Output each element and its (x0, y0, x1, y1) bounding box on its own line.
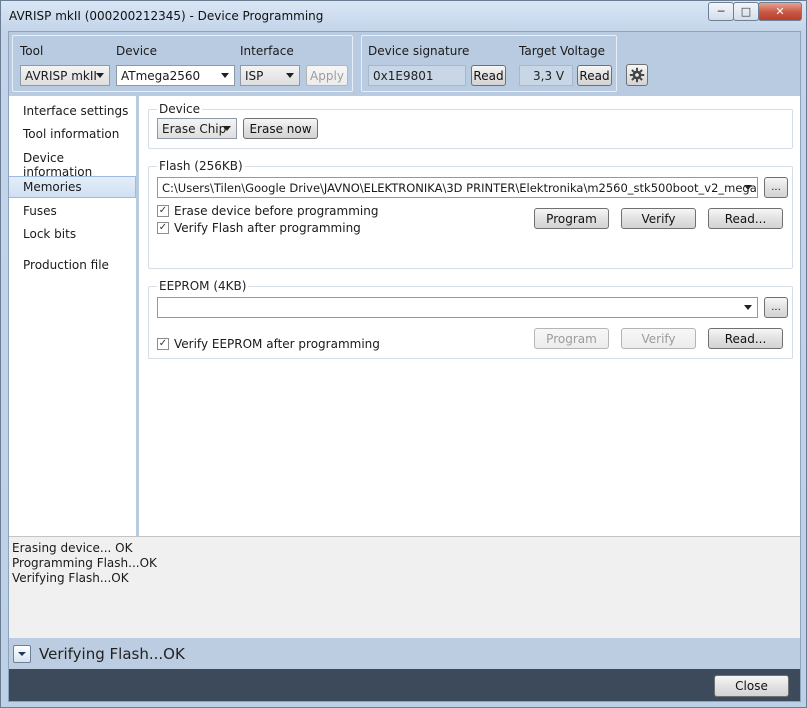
minimize-button[interactable]: ─ (708, 2, 734, 21)
window-title: AVRISP mkII (000200212345) - Device Prog… (9, 9, 324, 23)
interface-label: Interface (240, 44, 294, 58)
close-window-button[interactable]: ✕ (758, 2, 802, 21)
verify-eeprom-checkbox[interactable]: ✓ (157, 338, 169, 350)
gear-icon (629, 67, 645, 83)
tool-value: AVRISP mkII (25, 68, 97, 83)
flash-browse-button[interactable]: ... (764, 177, 788, 198)
memories-panel: Device Erase Chip Erase now Flash (256KB… (142, 96, 800, 536)
sidebar-item-fuses[interactable]: Fuses (9, 200, 136, 222)
chevron-down-icon (96, 73, 104, 78)
status-text: Verifying Flash...OK (39, 644, 185, 663)
chevron-down-icon (221, 73, 229, 78)
device-section: Device Erase Chip Erase now (148, 102, 793, 149)
flash-file-input[interactable]: C:\Users\Tilen\Google Drive\JAVNO\ELEKTR… (157, 177, 758, 198)
erase-before-programming-row[interactable]: ✓ Erase device before programming (157, 204, 378, 218)
device-section-label: Device (157, 102, 203, 116)
tool-select[interactable]: AVRISP mkII (20, 65, 110, 86)
log-line: Programming Flash...OK (12, 556, 157, 570)
sidebar-item-tool-information[interactable]: Tool information (9, 123, 136, 145)
verify-flash-checkbox[interactable]: ✓ (157, 222, 169, 234)
close-icon: ✕ (775, 5, 785, 18)
erase-now-button[interactable]: Erase now (243, 118, 318, 139)
device-programming-window: AVRISP mkII (000200212345) - Device Prog… (0, 0, 807, 708)
chevron-down-icon (744, 305, 752, 310)
tool-device-interface-group: Tool Device Interface AVRISP mkII ATmega… (12, 35, 353, 92)
sidebar: Interface settings Tool information Devi… (9, 96, 139, 536)
erase-mode-select[interactable]: Erase Chip (157, 118, 237, 139)
read-voltage-button[interactable]: Read (577, 65, 612, 86)
eeprom-section-label: EEPROM (4KB) (157, 279, 249, 293)
chevron-down-icon (744, 185, 752, 190)
flash-file-path: C:\Users\Tilen\Google Drive\JAVNO\ELEKTR… (162, 180, 758, 195)
eeprom-section: EEPROM (4KB) ... ✓ Verify EEPROM after p… (148, 279, 793, 359)
signature-voltage-group: Device signature Target Voltage 0x1E9801… (361, 35, 617, 92)
sidebar-item-production-file[interactable]: Production file (9, 254, 136, 276)
sidebar-item-memories[interactable]: Memories (9, 176, 136, 198)
output-log[interactable]: Erasing device... OK Programming Flash..… (9, 536, 800, 638)
eeprom-read-button[interactable]: Read... (708, 328, 783, 349)
sidebar-item-lock-bits[interactable]: Lock bits (9, 223, 136, 245)
chevron-down-icon (18, 651, 26, 656)
device-signature-label: Device signature (368, 44, 470, 58)
target-voltage-label: Target Voltage (519, 44, 605, 58)
flash-verify-button[interactable]: Verify (621, 208, 696, 229)
apply-button[interactable]: Apply (306, 65, 348, 86)
eeprom-browse-button[interactable]: ... (764, 297, 788, 318)
interface-value: ISP (245, 68, 264, 83)
expand-log-button[interactable] (13, 644, 31, 663)
log-line: Verifying Flash...OK (12, 571, 129, 585)
flash-section-label: Flash (256KB) (157, 159, 245, 173)
eeprom-verify-button[interactable]: Verify (621, 328, 696, 349)
flash-section: Flash (256KB) C:\Users\Tilen\Google Driv… (148, 159, 793, 269)
tool-label: Tool (20, 44, 44, 58)
toolbar: Tool Device Interface AVRISP mkII ATmega… (9, 32, 800, 96)
dialog-footer: Close (9, 669, 800, 701)
maximize-button[interactable]: □ (733, 2, 759, 21)
target-voltage-value: 3,3 V (519, 65, 573, 86)
title-bar[interactable]: AVRISP mkII (000200212345) - Device Prog… (1, 1, 806, 31)
eeprom-file-input[interactable] (157, 297, 758, 318)
chevron-down-icon (223, 126, 231, 131)
erase-mode-value: Erase Chip (162, 121, 227, 136)
verify-eeprom-label: Verify EEPROM after programming (174, 337, 380, 351)
settings-button[interactable] (626, 64, 648, 86)
device-select[interactable]: ATmega2560 (116, 65, 235, 86)
flash-read-button[interactable]: Read... (708, 208, 783, 229)
verify-flash-label: Verify Flash after programming (174, 221, 361, 235)
eeprom-program-button[interactable]: Program (534, 328, 609, 349)
erase-before-programming-label: Erase device before programming (174, 204, 379, 218)
device-signature-value: 0x1E9801 (368, 65, 466, 86)
interface-select[interactable]: ISP (240, 65, 300, 86)
chevron-down-icon (286, 73, 294, 78)
verify-eeprom-row[interactable]: ✓ Verify EEPROM after programming (157, 337, 380, 351)
status-bar: Verifying Flash...OK (9, 638, 800, 669)
client-area: Tool Device Interface AVRISP mkII ATmega… (8, 31, 801, 702)
read-signature-button[interactable]: Read (471, 65, 506, 86)
minimize-icon: ─ (717, 5, 725, 18)
sidebar-item-device-information[interactable]: Device information (9, 151, 136, 179)
verify-flash-row[interactable]: ✓ Verify Flash after programming (157, 221, 361, 235)
flash-program-button[interactable]: Program (534, 208, 609, 229)
sidebar-item-interface-settings[interactable]: Interface settings (9, 100, 136, 122)
device-value: ATmega2560 (121, 68, 201, 83)
window-controls: ─ □ ✕ (708, 2, 802, 21)
log-line: Erasing device... OK (12, 541, 133, 555)
device-label: Device (116, 44, 158, 58)
close-button[interactable]: Close (714, 675, 789, 697)
erase-before-programming-checkbox[interactable]: ✓ (157, 205, 169, 217)
maximize-icon: □ (740, 5, 752, 18)
